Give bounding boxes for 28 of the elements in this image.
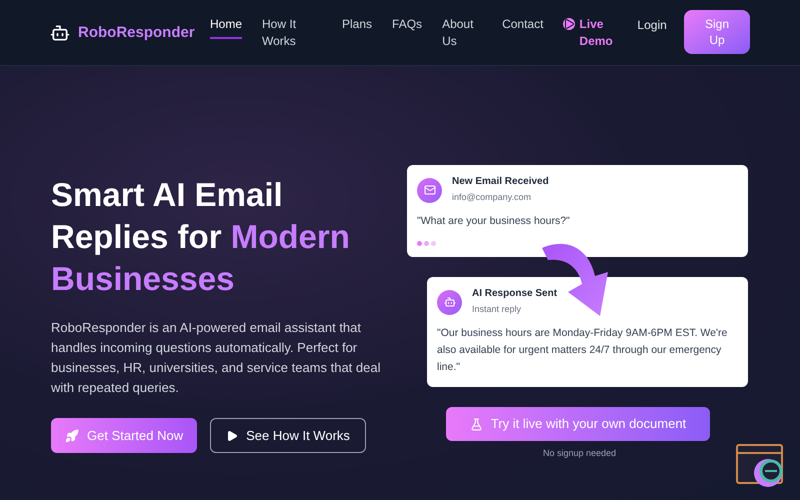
hero-description: RoboResponder is an AI-powered email assistant that handles incoming questions automatically. Perfect for businesses, HR, universities, and service teams that deal with repeated queries. <box>51 319 381 397</box>
robot-icon <box>437 290 462 314</box>
mail-icon <box>417 178 442 202</box>
robot-icon <box>50 23 70 44</box>
chat-widget-icon <box>735 443 785 489</box>
rocket-icon <box>65 428 79 442</box>
nav-link[interactable]: Live Demo <box>563 16 628 56</box>
login-link[interactable]: Login <box>637 16 667 34</box>
see-how-it-works-button[interactable]: See How It Works <box>210 418 366 453</box>
brand-name: RoboResponder <box>78 23 195 43</box>
nav-link[interactable]: FAQs <box>392 16 422 39</box>
hero-headline: Smart AI Email Replies for Modern Businesses <box>51 175 351 299</box>
card-message: "What are your business hours?" <box>417 214 571 229</box>
card-subtitle: Instant reply <box>472 303 522 316</box>
play-icon <box>563 18 576 30</box>
play-icon <box>226 430 238 442</box>
nav-link[interactable]: About Us <box>442 16 482 56</box>
card-message: "Our business hours are Monday-Friday 9AM-6PM EST. We're also available for urgent matters 24/7 through our emergency line." <box>437 326 728 375</box>
card-title: New Email Received <box>452 175 549 189</box>
nav-link[interactable]: Contact <box>502 16 544 39</box>
card-subtitle: info@company.com <box>452 191 532 204</box>
nav-link[interactable]: Plans <box>342 16 372 39</box>
card-title: AI Response Sent <box>472 287 558 301</box>
nav-link[interactable]: How It Works <box>262 16 322 56</box>
flask-icon <box>470 418 483 430</box>
typing-dots-icon <box>417 241 436 246</box>
nav-link[interactable]: Home <box>210 16 242 39</box>
no-signup-note: No signup needed <box>543 447 616 460</box>
